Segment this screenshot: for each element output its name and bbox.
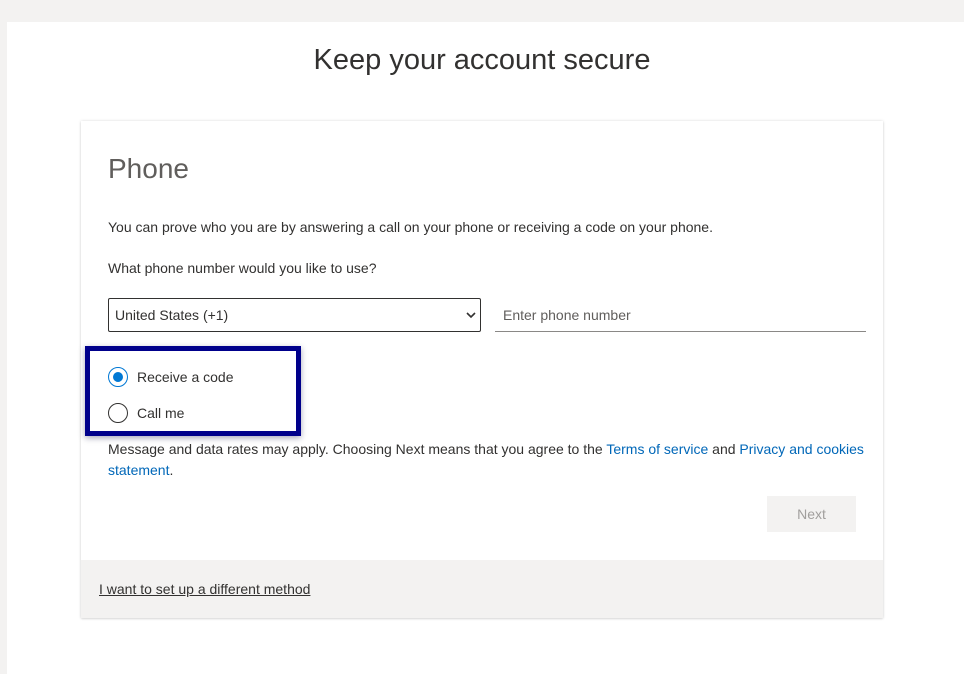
- radio-option-call-me[interactable]: Call me: [108, 402, 184, 424]
- disclaimer-middle: and: [708, 441, 740, 457]
- radio-checked-icon[interactable]: [108, 367, 128, 387]
- disclaimer-prefix: Message and data rates may apply. Choosi…: [108, 441, 607, 457]
- country-code-select[interactable]: United States (+1): [108, 298, 481, 332]
- page-title: Keep your account secure: [313, 44, 651, 76]
- method-description: You can prove who you are by answering a…: [108, 219, 713, 235]
- country-code-value: United States (+1): [115, 307, 229, 323]
- rates-disclaimer: Message and data rates may apply. Choosi…: [108, 439, 868, 481]
- phone-question: What phone number would you like to use?: [108, 260, 377, 276]
- radio-label-receive-code: Receive a code: [137, 369, 234, 385]
- radio-unchecked-icon[interactable]: [108, 403, 128, 423]
- card-footer: I want to set up a different method: [81, 560, 883, 618]
- next-button[interactable]: Next: [767, 496, 856, 532]
- radio-option-receive-code[interactable]: Receive a code: [108, 366, 234, 388]
- disclaimer-suffix: .: [169, 462, 174, 478]
- phone-number-input[interactable]: [495, 298, 866, 332]
- chevron-down-icon: [466, 312, 476, 319]
- different-method-link[interactable]: I want to set up a different method: [99, 581, 310, 597]
- setup-card: Phone You can prove who you are by answe…: [81, 121, 883, 618]
- radio-label-call-me: Call me: [137, 405, 185, 421]
- method-title: Phone: [108, 153, 189, 184]
- terms-of-service-link[interactable]: Terms of service: [606, 441, 708, 457]
